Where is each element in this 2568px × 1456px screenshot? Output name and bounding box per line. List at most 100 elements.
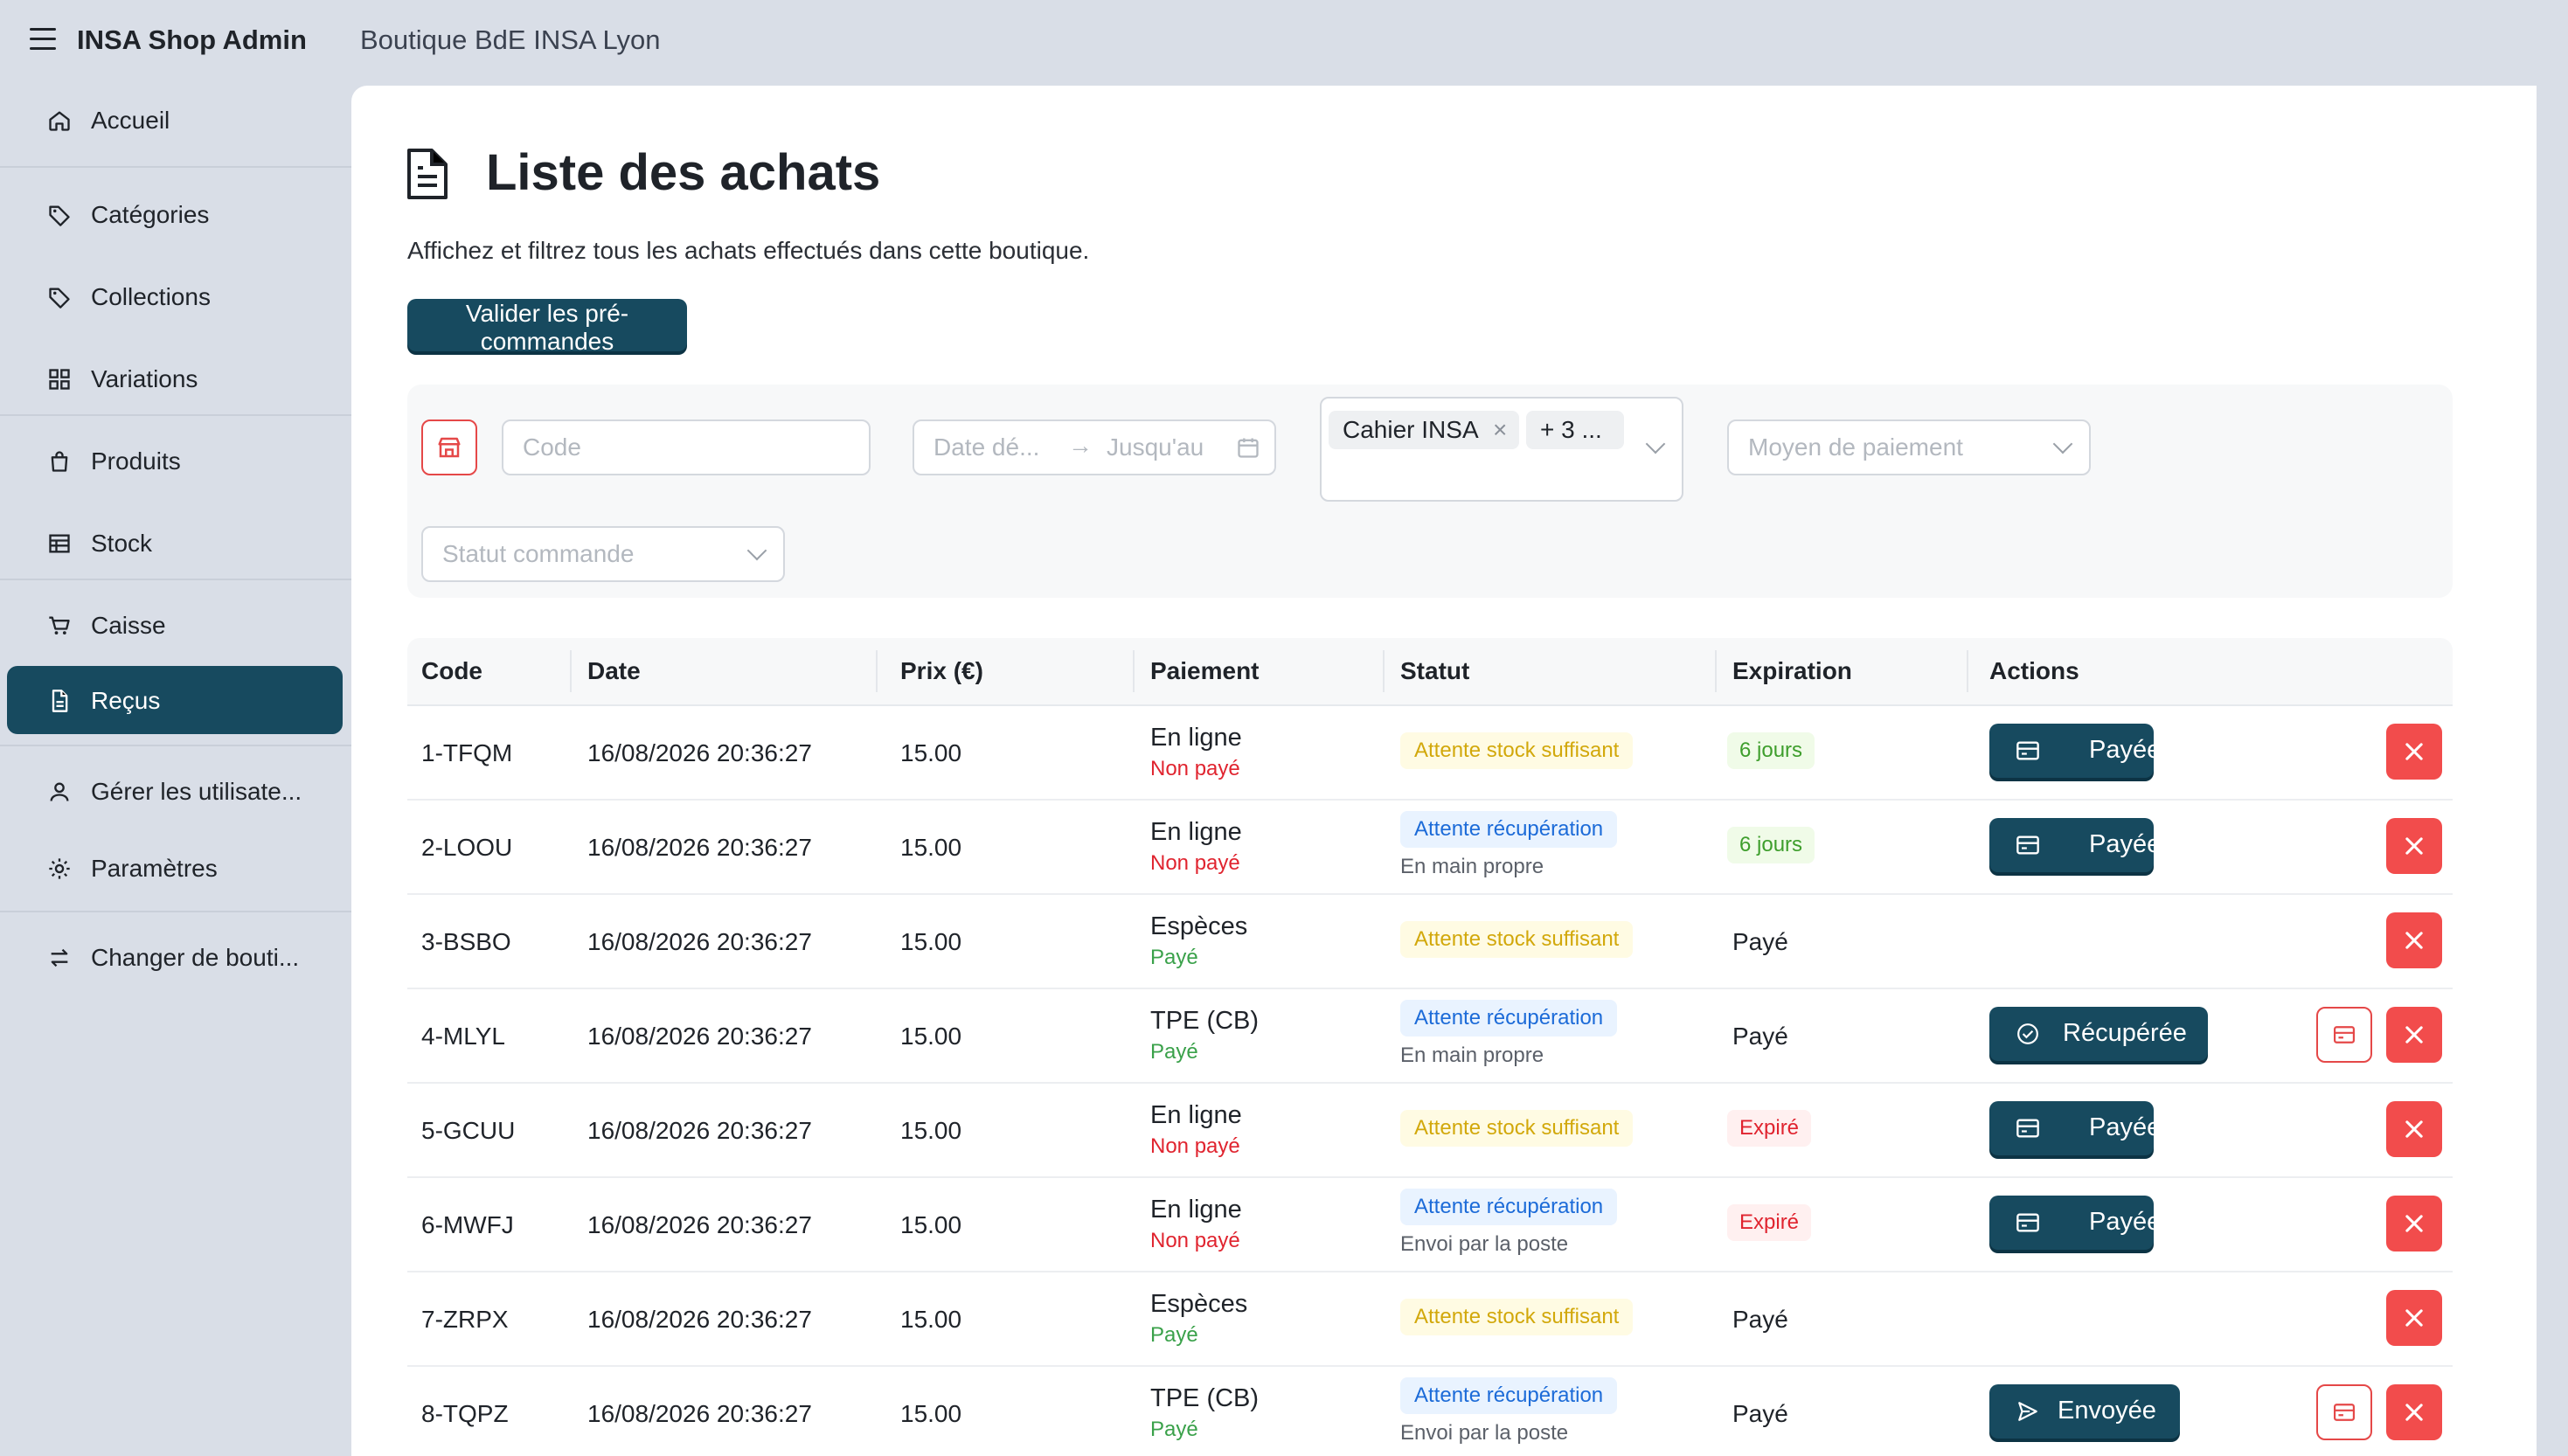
credit-card-icon (2334, 1404, 2355, 1421)
delivery-mode: Envoi par la poste (1400, 1421, 1569, 1445)
menu-icon[interactable] (30, 28, 56, 51)
delete-button[interactable] (2386, 818, 2442, 874)
product-multiselect[interactable]: Cahier INSA × + 3 ... (1320, 397, 1683, 502)
status-badge: Attente récupération (1400, 1189, 1618, 1225)
sidebar-item-users[interactable]: Gérer les utilisate... (7, 757, 343, 825)
shopping-bag-icon (51, 451, 68, 472)
action-label: Payée (2089, 736, 2162, 764)
sidebar-divider (0, 911, 351, 912)
file-icon (52, 690, 68, 712)
payment-method: En ligne (1150, 724, 1242, 752)
order-price: 15.00 (900, 1023, 962, 1050)
payment-state: Non payé (1150, 757, 1240, 780)
shop-name: Boutique BdE INSA Lyon (360, 24, 661, 55)
shop-icon (438, 437, 461, 458)
validate-preorders-button[interactable]: Valider les pré-commandes (407, 299, 687, 355)
order-date: 16/08/2026 20:36:27 (587, 1400, 812, 1427)
payment-state: Payé (1150, 946, 1198, 969)
table-row: 5-GCUU 16/08/2026 20:36:27 15.00 En ligne No… (407, 1084, 2453, 1178)
order-date: 16/08/2026 20:36:27 (587, 1117, 812, 1144)
table-row: 7-ZRPX 16/08/2026 20:36:27 15.00 Espèces Pay… (407, 1272, 2453, 1367)
delete-button[interactable] (2386, 724, 2442, 780)
shop-filter-button[interactable] (421, 419, 477, 475)
expiration-value: Payé (1732, 1400, 1788, 1427)
column-separator (1133, 650, 1135, 692)
sidebar-item-accueil[interactable]: Accueil (7, 86, 343, 154)
code-search-input[interactable]: Code (502, 419, 871, 475)
filters-panel: Code Date dé... → Jusqu'au Cahier INSA ×… (407, 385, 2453, 598)
column-header-code[interactable]: Code (421, 657, 482, 685)
column-header-payment[interactable]: Paiement (1150, 657, 1260, 685)
tag-icon (49, 205, 70, 226)
column-header-status[interactable]: Statut (1400, 657, 1469, 685)
column-header-price[interactable]: Prix (€) (900, 657, 983, 685)
column-header-actions: Actions (1989, 657, 2079, 684)
column-separator (1967, 650, 1968, 692)
selected-product-chip[interactable]: Cahier INSA × (1329, 411, 1519, 449)
action-label: Envoyée (2058, 1397, 2156, 1425)
sidebar-item-parametres[interactable]: Paramètres (7, 834, 343, 902)
home-icon (49, 111, 70, 131)
table-row: 4-MLYL 16/08/2026 20:36:27 15.00 TPE (CB) Pa… (407, 989, 2453, 1084)
status-badge: Attente récupération (1400, 811, 1618, 848)
mark-collected-button[interactable]: Récupérée (1989, 1007, 2208, 1061)
sidebar-item-label: Accueil (91, 107, 170, 134)
sidebar-item-stock[interactable]: Stock (7, 509, 343, 577)
order-code: 1-TFQM (421, 739, 513, 766)
mark-paid-button[interactable]: Payée (1989, 1196, 2161, 1250)
mark-paid-button[interactable]: Payée (1989, 818, 2161, 872)
sidebar-item-categories[interactable]: Catégories (7, 180, 343, 248)
order-price: 15.00 (900, 1117, 962, 1144)
payment-method: En ligne (1150, 818, 1242, 846)
payment-state: Non payé (1150, 1134, 1240, 1158)
order-code: 4-MLYL (421, 1023, 505, 1050)
sidebar-item-recus[interactable]: Reçus (7, 666, 343, 734)
delete-button[interactable] (2386, 1196, 2442, 1251)
order-price: 15.00 (900, 1400, 962, 1427)
close-icon (2405, 1404, 2423, 1421)
payment-state: Payé (1150, 1418, 1198, 1441)
mark-paid-button[interactable]: Payée (1989, 724, 2161, 778)
sidebar-item-change-shop[interactable]: Changer de bouti... (7, 923, 343, 991)
order-date: 16/08/2026 20:36:27 (587, 1023, 812, 1050)
action-label: Récupérée (2063, 1019, 2187, 1047)
delete-button[interactable] (2386, 1101, 2442, 1157)
delete-button[interactable] (2386, 912, 2442, 968)
sidebar-item-caisse[interactable]: Caisse (7, 591, 343, 659)
date-range-picker[interactable]: Date dé... → Jusqu'au (913, 419, 1276, 475)
sidebar-item-label: Gérer les utilisate... (91, 778, 302, 805)
sidebar-item-produits[interactable]: Produits (7, 426, 343, 495)
payment-method-select[interactable]: Moyen de paiement (1727, 419, 2091, 475)
order-code: 5-GCUU (421, 1117, 516, 1144)
payment-state: Non payé (1150, 1229, 1240, 1252)
close-icon (2405, 1309, 2423, 1327)
column-separator (570, 650, 572, 692)
payment-state: Non payé (1150, 851, 1240, 875)
close-icon (2405, 1120, 2423, 1138)
column-header-expiration[interactable]: Expiration (1732, 657, 1852, 685)
delete-button[interactable] (2386, 1007, 2442, 1063)
table-row: 6-MWFJ 16/08/2026 20:36:27 15.00 En ligne No… (407, 1178, 2453, 1272)
order-date: 16/08/2026 20:36:27 (587, 739, 812, 766)
delete-button[interactable] (2386, 1290, 2442, 1346)
sidebar-item-label: Produits (91, 447, 181, 475)
close-icon[interactable]: × (1493, 411, 1507, 449)
payment-method: Espèces (1150, 1290, 1248, 1318)
sidebar-item-label: Paramètres (91, 855, 218, 882)
payment-edit-button[interactable] (2316, 1007, 2372, 1063)
column-header-date[interactable]: Date (587, 657, 641, 685)
order-price: 15.00 (900, 739, 962, 766)
calendar-icon (1238, 438, 1259, 458)
expiration-value: Payé (1732, 928, 1788, 955)
delivery-mode: En main propre (1400, 855, 1544, 878)
order-status-select[interactable]: Statut commande (421, 526, 785, 582)
sidebar-item-variations[interactable]: Variations (7, 344, 343, 413)
mark-paid-button[interactable]: Payée (1989, 1101, 2161, 1155)
payment-edit-button[interactable] (2316, 1384, 2372, 1440)
sidebar-item-label: Variations (91, 365, 198, 392)
sidebar-item-collections[interactable]: Collections (7, 262, 343, 330)
order-code: 3-BSBO (421, 928, 511, 955)
more-products-chip[interactable]: + 3 ... (1526, 411, 1624, 449)
mark-shipped-button[interactable]: Envoyée (1989, 1384, 2180, 1439)
delete-button[interactable] (2386, 1384, 2442, 1440)
